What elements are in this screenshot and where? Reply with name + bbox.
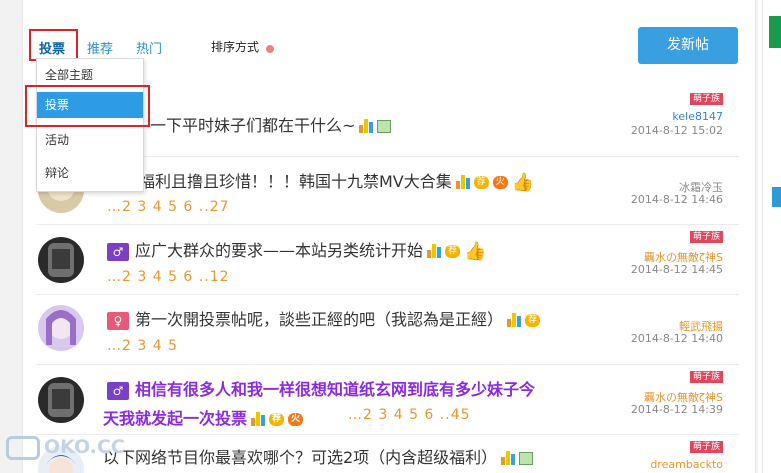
category-icon: ♀ (107, 311, 129, 330)
page-links[interactable]: …2 3 4 5 6 ..27 (107, 199, 230, 215)
sort-by-label[interactable]: 排序方式 (211, 38, 259, 55)
category-icon: ♂ (107, 242, 129, 261)
avatar[interactable] (38, 237, 84, 283)
page-links[interactable]: …2 3 4 5 6 ..45 (348, 407, 471, 423)
tag-icon: 荐 (445, 245, 461, 258)
post-title[interactable]: ♀ 第一次開投票帖呢，談些正經的吧（我認為是正經） 荐 (107, 306, 541, 331)
post-author[interactable]: kele8147 (672, 110, 723, 123)
tab-recommend[interactable]: 推荐 (87, 38, 113, 57)
post-title-text[interactable]: 天我就发起一次投票 (103, 409, 247, 428)
poll-bar-icon (507, 311, 522, 331)
row-divider (36, 364, 739, 365)
divider (762, 0, 763, 473)
user-group-badge: 萌子族 (689, 93, 723, 105)
thumbs-up-icon: 👍 (464, 240, 487, 262)
poll-bar-icon (455, 173, 470, 193)
watermark-text: OKO.CC (44, 436, 125, 458)
highlight-box-tab (29, 29, 78, 61)
row-divider (36, 224, 739, 225)
tag-icon: 荐 (525, 314, 541, 327)
new-post-button[interactable]: 发新帖 (638, 27, 738, 64)
post-date: 2014-8-12 15:02 (630, 124, 723, 137)
image-attachment-icon (519, 452, 534, 465)
image-attachment-icon (377, 120, 392, 133)
sort-indicator-dot (266, 45, 274, 53)
post-title-text[interactable]: 相信有很多人和我一样很想知道纸玄网到底有多少妹子今 (135, 380, 535, 399)
thumbs-up-icon: 👍 (511, 171, 535, 193)
post-date: 2014-8-12 14:40 (630, 332, 723, 345)
post-title-text[interactable]: 应广大群众的要求——本站另类统计开始 (135, 241, 423, 260)
post-title[interactable]: ♂ 相信有很多人和我一样很想知道纸玄网到底有多少妹子今 (107, 376, 535, 400)
page-links[interactable]: …2 3 4 5 6 ..12 (107, 269, 230, 285)
dropdown-item-activity[interactable]: 活动 (37, 127, 143, 153)
page-links[interactable]: …2 3 4 5 (107, 338, 178, 354)
poll-bar-icon (427, 242, 442, 262)
post-title-text[interactable]: 以下网络节目你最喜欢哪个？可选2项（内含超级福利） (103, 448, 497, 467)
user-group-badge: 萌子族 (689, 441, 723, 453)
highlight-box-dropdown (25, 85, 150, 127)
post-title[interactable]: 福利且撸且珍惜！！！韩国十九禁MV大合集 荐火 👍 (139, 168, 534, 193)
post-title[interactable]: 以下网络节目你最喜欢哪个？可选2项（内含超级福利） (103, 444, 534, 469)
post-title-text[interactable]: 一下平时妹子们都在干什么~ (150, 116, 355, 135)
right-sidebar-tab[interactable] (772, 187, 781, 207)
dropdown-item-debate[interactable]: 辩论 (37, 160, 143, 186)
user-group-badge: 萌子族 (689, 371, 723, 383)
post-title-text[interactable]: 第一次開投票帖呢，談些正經的吧（我認為是正經） (135, 310, 503, 329)
post-date: 2014-8-12 14:39 (630, 403, 723, 416)
watermark-logo-icon (6, 436, 40, 460)
post-title-text[interactable]: 福利且撸且珍惜！！！韩国十九禁MV大合集 (139, 172, 452, 191)
poll-bar-icon (251, 410, 266, 430)
avatar[interactable] (38, 305, 84, 351)
avatar[interactable] (38, 377, 84, 423)
tag-icon: 荐 (269, 413, 285, 426)
right-sidebar-tile[interactable] (769, 16, 781, 48)
post-title[interactable]: 天我就发起一次投票 荐火 (103, 405, 304, 430)
forum-screen: 投票 推荐 热门 排序方式 发新帖 全部主题 投票 活动 辩论 讨论 一下平时妹… (0, 0, 781, 473)
post-author[interactable]: dreambackto (650, 458, 723, 471)
hot-icon: 火 (288, 413, 304, 426)
tab-hot[interactable]: 热门 (136, 38, 162, 57)
post-date: 2014-8-12 14:45 (630, 263, 723, 276)
hot-icon: 火 (492, 176, 508, 189)
category-icon: ♂ (107, 381, 129, 400)
post-title[interactable]: 一下平时妹子们都在干什么~ (150, 112, 392, 137)
row-divider (36, 294, 739, 295)
user-group-badge: 萌子族 (689, 231, 723, 243)
post-date: 2014-8-12 14:46 (630, 193, 723, 206)
poll-bar-icon (359, 117, 374, 137)
post-title[interactable]: ♂ 应广大群众的要求——本站另类统计开始 荐 👍 (107, 237, 486, 262)
row-divider (36, 434, 739, 435)
poll-bar-icon (501, 449, 516, 469)
tag-icon: 荐 (473, 176, 489, 189)
